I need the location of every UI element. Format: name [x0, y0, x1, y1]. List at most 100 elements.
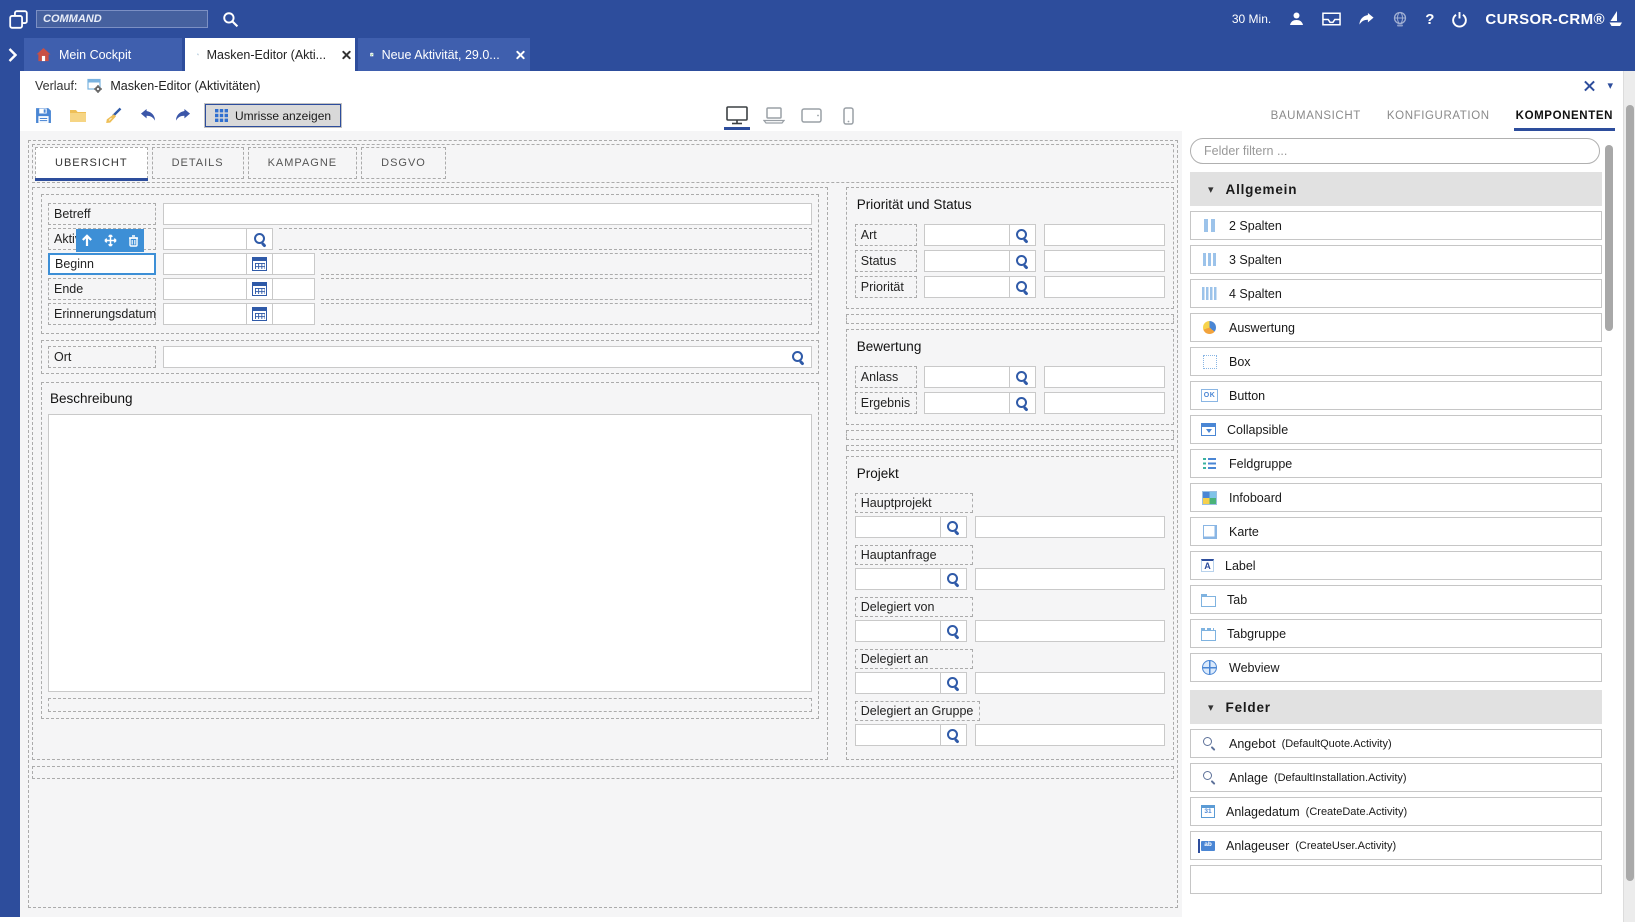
field-label[interactable]: Hauptprojekt: [855, 493, 973, 513]
component-item[interactable]: Tab: [1190, 585, 1602, 614]
panel-tab[interactable]: KOMPONENTEN: [1516, 100, 1613, 131]
field-description-input[interactable]: [1044, 224, 1165, 246]
broom-icon[interactable]: [103, 106, 123, 126]
component-item[interactable]: 4 Spalten: [1190, 279, 1602, 308]
form-tab[interactable]: KAMPAGNE: [248, 147, 358, 179]
component-item[interactable]: Webview: [1190, 653, 1602, 682]
tab-mein-cockpit[interactable]: Mein Cockpit: [24, 38, 182, 71]
time-input[interactable]: [273, 253, 315, 275]
field-input[interactable]: [163, 203, 812, 225]
component-item[interactable]: Box: [1190, 347, 1602, 376]
field-item[interactable]: Anlage (DefaultInstallation.Activity): [1190, 763, 1602, 792]
field-label[interactable]: Art: [855, 224, 917, 246]
undo-icon[interactable]: [138, 106, 158, 126]
field-input[interactable]: [855, 516, 941, 538]
device-tablet-icon[interactable]: [799, 104, 823, 128]
description-label[interactable]: Beschreibung: [48, 389, 812, 414]
field-description-input[interactable]: [975, 568, 1165, 590]
field-item[interactable]: Angebot (DefaultQuote.Activity): [1190, 729, 1602, 758]
device-laptop-icon[interactable]: [762, 104, 786, 128]
field-input[interactable]: [163, 278, 247, 300]
field-input[interactable]: [855, 568, 941, 590]
filter-input[interactable]: [1190, 138, 1600, 164]
field-label[interactable]: Delegiert an: [855, 649, 973, 669]
close-view-icon[interactable]: [1584, 80, 1595, 91]
device-desktop-icon[interactable]: [725, 104, 749, 128]
device-phone-icon[interactable]: [836, 104, 860, 128]
panel-tab[interactable]: BAUMANSICHT: [1271, 100, 1361, 131]
close-icon[interactable]: [516, 50, 518, 59]
time-input[interactable]: [273, 303, 315, 325]
inbox-icon[interactable]: [1322, 12, 1341, 26]
tab-masken-editor[interactable]: Masken-Editor (Akti...: [185, 38, 355, 71]
date-picker-button[interactable]: [247, 278, 273, 300]
component-item[interactable]: Karte: [1190, 517, 1602, 546]
component-item[interactable]: Infoboard: [1190, 483, 1602, 512]
close-icon[interactable]: [342, 50, 343, 59]
window-scrollbar-thumb[interactable]: [1626, 105, 1634, 881]
component-item[interactable]: 2 Spalten: [1190, 211, 1602, 240]
field-label[interactable]: Ergebnis: [855, 392, 917, 414]
component-item[interactable]: Tabgruppe: [1190, 619, 1602, 648]
lookup-button[interactable]: [1010, 392, 1036, 414]
date-picker-button[interactable]: [247, 303, 273, 325]
field-description-input[interactable]: [975, 620, 1165, 642]
field-description-input[interactable]: [1044, 366, 1165, 388]
field-description-input[interactable]: [1044, 250, 1165, 272]
lookup-button[interactable]: [1010, 250, 1036, 272]
field-label[interactable]: Priorität: [855, 276, 917, 298]
field-label[interactable]: Betreff: [48, 203, 156, 225]
field-description-input[interactable]: [1044, 276, 1165, 298]
form-tab[interactable]: UBERSICHT: [35, 147, 148, 179]
field-input[interactable]: [855, 724, 941, 746]
field-input[interactable]: [163, 303, 247, 325]
field-input[interactable]: [924, 366, 1010, 388]
field-label[interactable]: Hauptanfrage: [855, 545, 973, 565]
field-input[interactable]: [924, 276, 1010, 298]
drag-move-icon[interactable]: [104, 234, 117, 247]
redo-icon[interactable]: [173, 106, 193, 126]
field-description-input[interactable]: [975, 724, 1165, 746]
chevron-down-icon[interactable]: ▾: [1607, 79, 1613, 92]
lookup-button[interactable]: [941, 672, 967, 694]
group-header-felder[interactable]: ▾ Felder: [1190, 690, 1602, 724]
help-icon[interactable]: ?: [1425, 11, 1434, 28]
form-tab[interactable]: DETAILS: [152, 147, 244, 179]
field-input[interactable]: [924, 250, 1010, 272]
move-up-icon[interactable]: [81, 234, 93, 247]
lookup-button[interactable]: [1010, 366, 1036, 388]
field-input[interactable]: [163, 253, 247, 275]
tab-neue-aktivitaet[interactable]: Neue Aktivität, 29.0...: [358, 38, 530, 71]
field-label[interactable]: Erinnerungsdatum: [48, 303, 156, 325]
field-label[interactable]: Anlass: [855, 366, 917, 388]
chevron-right-icon[interactable]: [0, 38, 24, 71]
lookup-button[interactable]: [941, 620, 967, 642]
form-tab[interactable]: DSGVO: [361, 147, 446, 179]
web-icon[interactable]: [1392, 11, 1408, 27]
component-item[interactable]: Feldgruppe: [1190, 449, 1602, 478]
field-description-input[interactable]: [975, 672, 1165, 694]
component-item[interactable]: Button: [1190, 381, 1602, 410]
panel-scrollbar-thumb[interactable]: [1605, 145, 1613, 331]
lookup-button[interactable]: [941, 724, 967, 746]
field-label[interactable]: Ort: [48, 346, 156, 368]
lookup-button[interactable]: [941, 516, 967, 538]
field-input[interactable]: [163, 228, 247, 250]
component-item[interactable]: Collapsible: [1190, 415, 1602, 444]
component-item[interactable]: Auswertung: [1190, 313, 1602, 342]
field-item-partial[interactable]: [1190, 865, 1602, 894]
lookup-button[interactable]: [1010, 224, 1036, 246]
field-label[interactable]: Delegiert von: [855, 597, 973, 617]
field-description-input[interactable]: [1044, 392, 1165, 414]
outline-toggle-button[interactable]: Umrisse anzeigen: [205, 104, 341, 127]
layers-icon[interactable]: [9, 10, 28, 29]
lookup-button[interactable]: [247, 228, 273, 250]
field-input[interactable]: [924, 224, 1010, 246]
command-input[interactable]: [36, 10, 208, 28]
field-item[interactable]: Anlagedatum (CreateDate.Activity): [1190, 797, 1602, 826]
panel-tab[interactable]: KONFIGURATION: [1387, 100, 1490, 131]
field-description-input[interactable]: [975, 516, 1165, 538]
group-header-allgemein[interactable]: ▾ Allgemein: [1190, 172, 1602, 206]
lookup-button[interactable]: [941, 568, 967, 590]
field-input[interactable]: [924, 392, 1010, 414]
